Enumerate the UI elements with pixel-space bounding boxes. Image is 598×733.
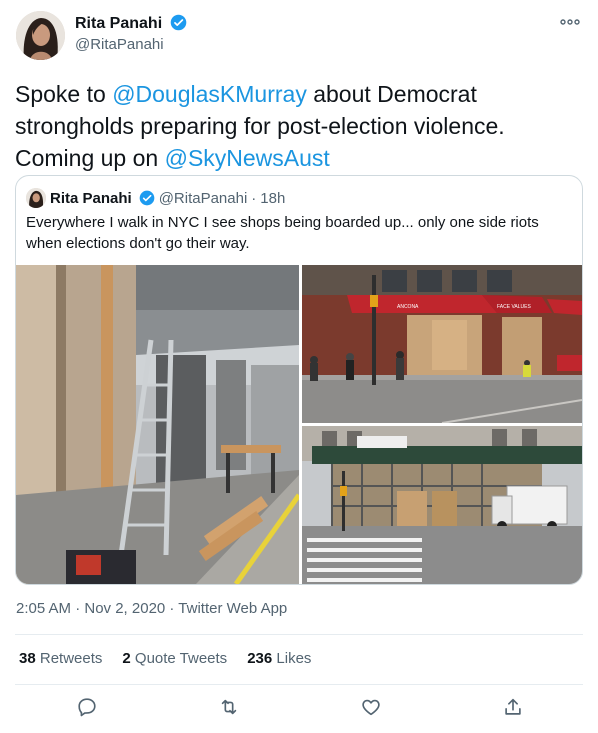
quoted-tweet-card[interactable]: Rita Panahi @RitaPanahi · 18h Everywhere… [15,175,583,585]
likes-stat[interactable]: 236 Likes [247,650,311,667]
tweet-timestamp[interactable]: 2:05 AM · Nov 2, 2020 · Twitter Web App [16,600,287,617]
photo-sidewalk-ladder[interactable] [16,265,299,584]
more-options-icon[interactable] [558,14,582,30]
share-icon[interactable] [502,696,526,720]
quoted-media-grid: ANCONA FACE VALUES [16,265,582,584]
quoted-author-avatar [26,188,46,208]
quoted-tweet-header: Rita Panahi @RitaPanahi · 18h [26,188,285,208]
mention-link[interactable]: @SkyNewsAust [165,145,330,171]
author-name-text[interactable]: Rita Panahi [75,15,162,32]
likes-label: Likes [276,650,312,667]
divider [15,634,583,635]
author-handle[interactable]: @RitaPanahi [75,36,164,53]
quote-tweets-stat[interactable]: 2 Quote Tweets [122,650,227,667]
tweet-text-part: Spoke to [15,81,113,107]
meta-separator: · [251,189,257,207]
author-display-name[interactable]: Rita Panahi [75,14,187,33]
retweets-count: 38 [19,650,36,667]
author-avatar[interactable] [16,11,65,60]
mention-link[interactable]: @DouglasKMurray [112,81,307,107]
awning-sign-1: ANCONA [397,304,419,310]
retweets-stat[interactable]: 38 Retweets [19,650,102,667]
awning-sign-2: FACE VALUES [497,304,531,310]
likes-count: 236 [247,650,273,667]
divider [15,684,583,685]
like-icon[interactable] [360,696,384,720]
action-bar [0,696,598,724]
engagement-stats: 38 Retweets 2 Quote Tweets 236 Likes [19,650,311,667]
quoted-tweet-text: Everywhere I walk in NYC I see shops bei… [26,214,539,252]
retweet-icon[interactable] [218,696,242,720]
retweets-label: Retweets [39,650,103,667]
quoted-author-name: Rita Panahi [50,189,132,207]
photo-storefront-awning[interactable]: ANCONA FACE VALUES [302,265,582,423]
quotes-label: Quote Tweets [134,650,228,667]
photo-scaffolding-corner[interactable] [302,426,582,584]
reply-icon[interactable] [76,696,100,720]
tweet-text: Spoke to @DouglasKMurray about Democrat … [15,78,575,174]
quoted-author-handle: @RitaPanahi [158,189,248,207]
verified-badge-icon [139,190,155,206]
verified-badge-icon [170,14,186,31]
quotes-count: 2 [122,650,131,667]
quoted-tweet-age: 18h [260,189,286,207]
